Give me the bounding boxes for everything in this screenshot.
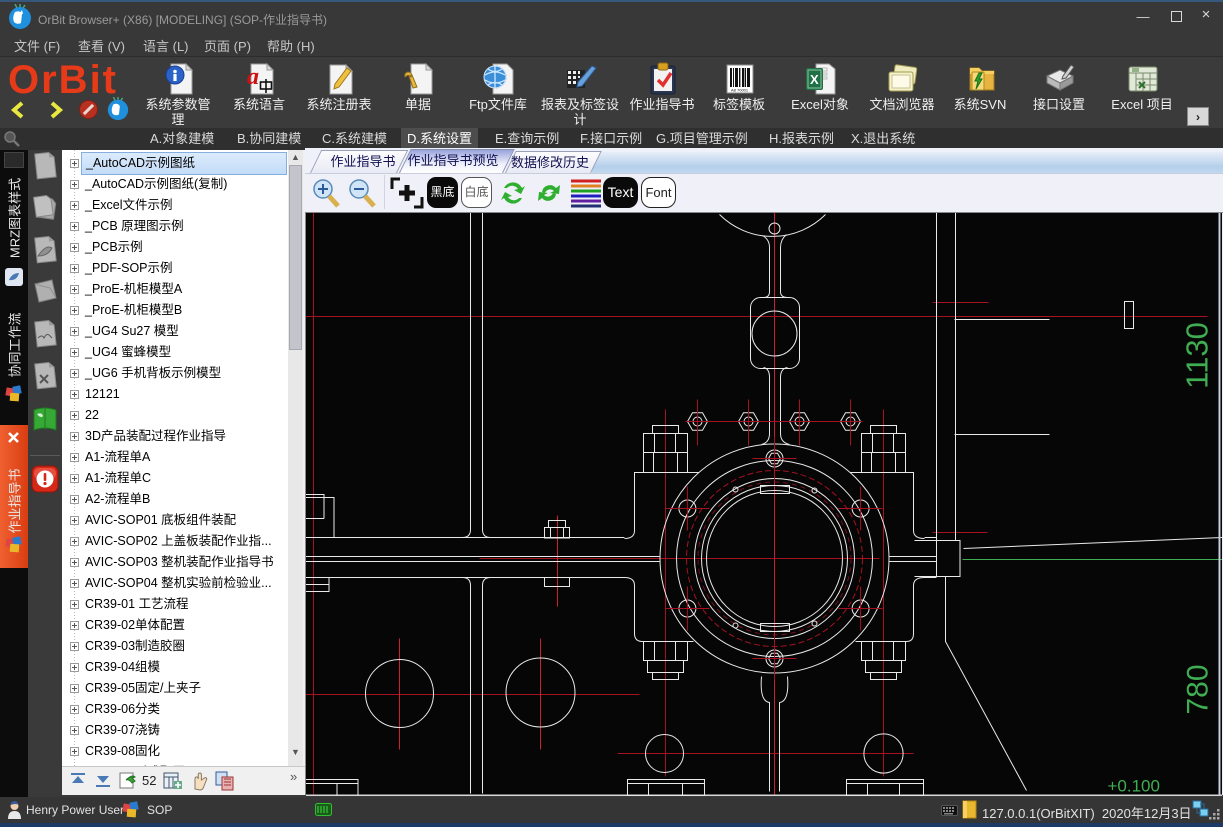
svg-text:1130: 1130 [1180, 322, 1215, 389]
svg-text:780: 780 [1182, 664, 1215, 714]
svg-text:a: a [247, 64, 259, 90]
svg-text:A8 70001: A8 70001 [731, 88, 749, 93]
svg-text:X: X [810, 72, 819, 87]
svg-text:+0.100: +0.100 [1108, 777, 1160, 796]
